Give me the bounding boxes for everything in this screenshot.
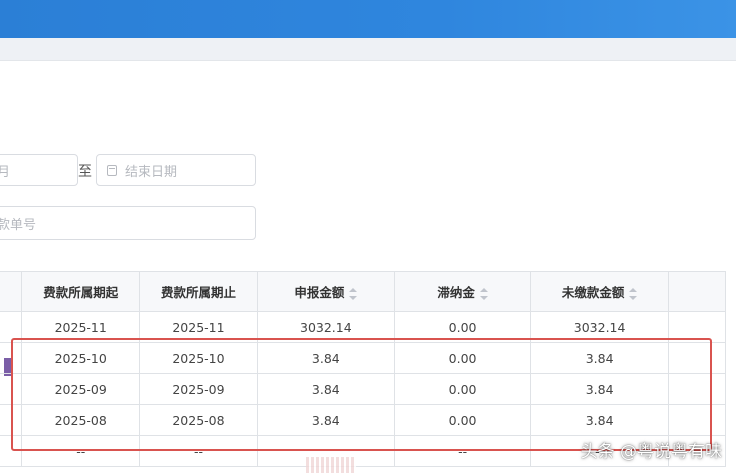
header-period-end: 费款所属期止 [139,271,258,312]
cell-period-end: -- [139,435,258,467]
watermark-text: 头条 @粤说粤有味 [580,442,722,462]
horizontal-scroll-thumb[interactable] [306,457,356,473]
doc-number-placeholder: 款单号 [0,217,37,233]
cell-unpaid-amount: 3032.14 [530,311,669,343]
cell-late-fee: 0.00 [393,373,532,405]
cell-period-start: 2025-09 [21,373,141,405]
sort-icon[interactable] [349,287,358,300]
table-row[interactable]: 2025-09 2025-09 3.84 0.00 3.84 [0,373,727,405]
cell-period-end: 2025-10 [139,342,258,374]
cell-period-end: 2025-08 [139,404,258,436]
sort-icon[interactable] [629,287,638,300]
table-header-row: 费款所属期起 费款所属期止 申报金额 滞纳金 未缴款金额 [0,271,727,312]
cell-declared-amount: 3.84 [256,404,395,436]
doc-number-input[interactable]: 款单号 [0,206,256,240]
end-date-placeholder: 结束日期 [125,164,178,180]
sub-header-bar [0,38,736,61]
header-late-fee[interactable]: 滞纳金 [393,271,532,312]
cell-period-start: 2025-11 [21,311,141,343]
date-range-to-label: 至 [78,164,92,180]
header-declared-amount[interactable]: 申报金额 [256,271,395,312]
sort-icon[interactable] [479,287,488,300]
cell-unpaid-amount: 3.84 [530,373,669,405]
cell-declared-amount: 3032.14 [256,311,395,343]
cell-declared-amount: 3.84 [256,342,395,374]
calendar-icon [107,164,117,176]
cell-period-end: 2025-11 [139,311,258,343]
cell-late-fee: 0.00 [393,342,532,374]
start-date-text: 月 [0,164,11,180]
cell-period-end: 2025-09 [139,373,258,405]
cell-period-start: 2025-08 [21,404,141,436]
end-date-input[interactable]: 结束日期 [96,154,256,186]
cell-late-fee: -- [393,435,532,467]
header-extra-col [667,271,727,312]
header-checkbox-col [0,271,23,312]
cell-unpaid-amount: 3.84 [530,404,669,436]
cell-late-fee: 0.00 [393,311,532,343]
cell-declared-amount: 3.84 [256,373,395,405]
cell-late-fee: 0.00 [393,404,532,436]
table-row[interactable]: 2025-08 2025-08 3.84 0.00 3.84 [0,404,727,436]
cell-period-start: -- [21,435,141,467]
header-unpaid-amount[interactable]: 未缴款金额 [530,271,669,312]
cell-period-start: 2025-10 [21,342,141,374]
header-period-start: 费款所属期起 [21,271,141,312]
top-header-bar [0,0,736,38]
table-row[interactable]: 2025-10 2025-10 3.84 0.00 3.84 [0,342,727,374]
cell-unpaid-amount: 3.84 [530,342,669,374]
start-date-input[interactable]: 月 [0,154,78,186]
table-row[interactable]: 2025-11 2025-11 3032.14 0.00 3032.14 [0,311,727,343]
